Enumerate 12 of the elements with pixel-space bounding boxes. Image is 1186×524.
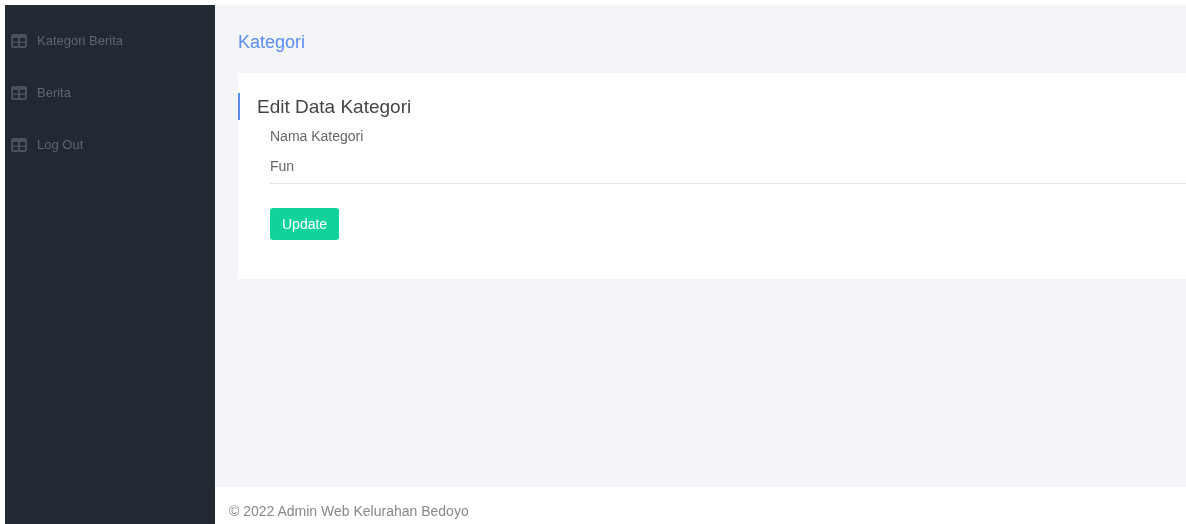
update-button[interactable]: Update <box>270 208 340 240</box>
card-title: Edit Data Kategori <box>238 93 1186 120</box>
table-icon <box>11 85 27 100</box>
field-label: Nama Kategori <box>270 127 365 146</box>
sidebar-item[interactable]: Berita <box>11 83 215 102</box>
table-icon <box>11 33 27 48</box>
page-title: Kategori <box>238 31 307 53</box>
table-icon <box>11 137 27 152</box>
sidebar-item[interactable]: Log Out <box>11 135 215 154</box>
footer-text: © 2022 Admin Web Kelurahan Bedoyo <box>229 502 469 521</box>
sidebar-item[interactable]: Kategori Berita <box>11 31 215 50</box>
input-field[interactable]: Fun <box>270 150 1186 184</box>
